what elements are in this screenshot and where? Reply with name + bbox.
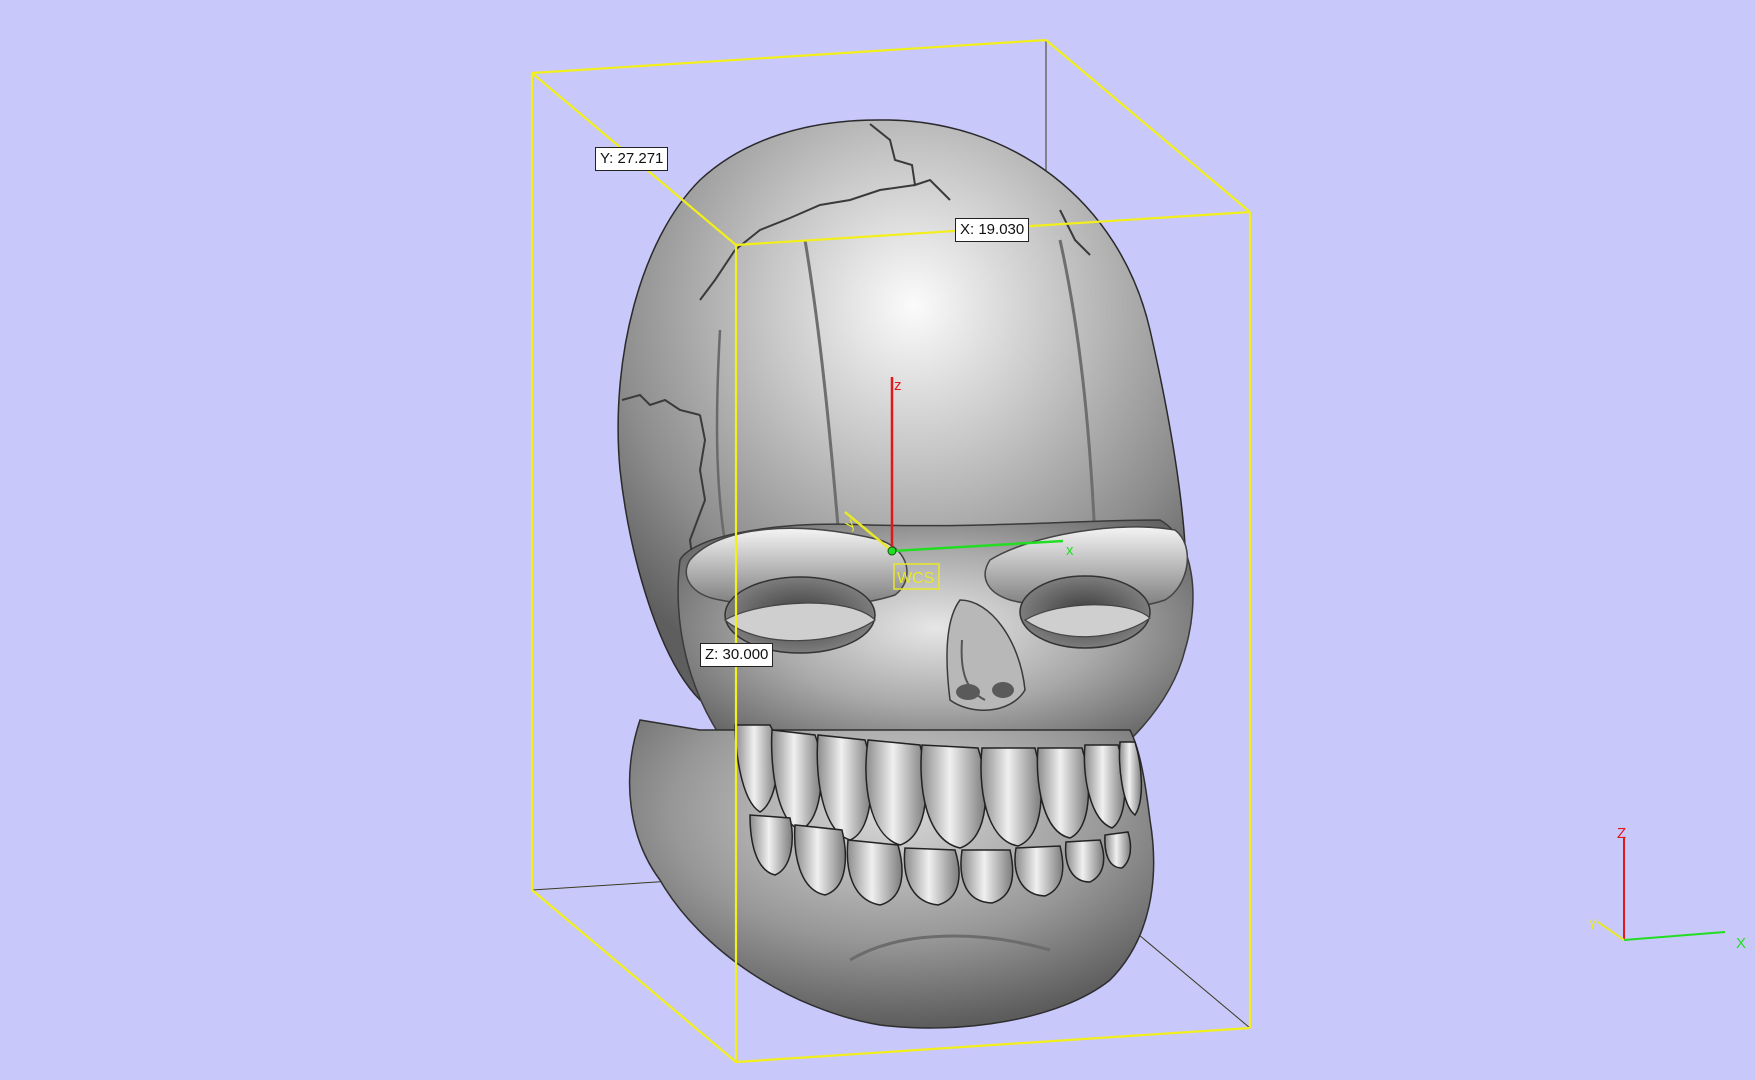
triad-z-label: Z [1617,825,1626,842]
orientation-triad: Z X Y [1588,825,1746,952]
dimension-label-y: Y: 27.271 [595,147,669,171]
dimension-label-z: Z: 30.000 [700,643,774,667]
wcs-x-label: x [1066,542,1074,559]
wcs-label: WCS [897,570,934,587]
wcs-z-label: z [894,377,902,394]
3d-viewport[interactable]: z x y WCS Z X Y Y: 27.271 X: 19.030 Z: 3… [0,0,1755,1080]
wcs-origin [887,546,897,556]
scene-canvas[interactable]: z x y WCS Z X Y [0,0,1755,1080]
dimension-label-x: X: 19.030 [955,218,1030,242]
triad-x-label: X [1736,935,1746,952]
triad-y-label: Y [1588,916,1598,932]
